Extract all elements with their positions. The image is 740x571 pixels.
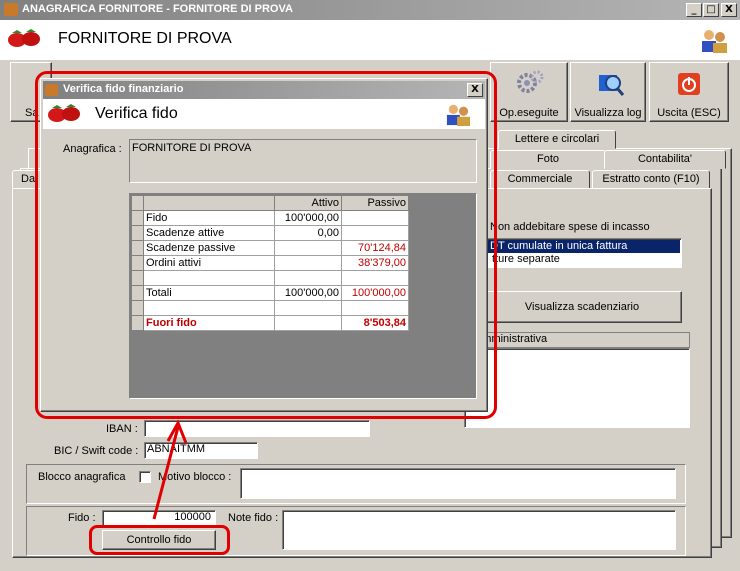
toolbar-button-uscita[interactable]: Uscita (ESC) bbox=[649, 62, 729, 122]
note-amministrativa-field[interactable] bbox=[464, 348, 690, 428]
magnifier-icon bbox=[599, 75, 625, 96]
close-button[interactable]: X bbox=[721, 3, 737, 17]
iban-label: IBAN : bbox=[106, 423, 138, 435]
users-icon bbox=[702, 30, 727, 53]
note-fido-field[interactable] bbox=[282, 510, 676, 550]
tab-contabilita[interactable]: Contabilita' bbox=[604, 150, 726, 169]
minimize-button[interactable]: _ bbox=[686, 3, 702, 17]
tab-lettere-circolari[interactable]: Lettere e circolari bbox=[498, 130, 616, 149]
non-addebitare-label: Non addebitare spese di incasso bbox=[490, 221, 650, 233]
op-eseguite-label: Op.eseguite bbox=[499, 107, 559, 119]
app-icon bbox=[4, 3, 18, 16]
list-item-selected[interactable]: DT cumulate in unica fattura bbox=[484, 240, 680, 253]
tab-contabilita-label: Contabilita' bbox=[637, 153, 693, 165]
visualizza-scadenziario-label: Visualizza scadenziario bbox=[524, 301, 640, 313]
list-item-selected-label: DT cumulate in unica fattura bbox=[490, 240, 628, 252]
annotation-button-highlight bbox=[89, 525, 230, 555]
toolbar-button-visualizza-log[interactable]: Visualizza log bbox=[570, 62, 646, 122]
fatturazione-list[interactable]: DT cumulate in unica fattura tture separ… bbox=[482, 238, 682, 268]
main-title-bar[interactable]: ANAGRAFICA FORNITORE - FORNITORE DI PROV… bbox=[0, 0, 740, 20]
visualizza-scadenziario-button[interactable]: Visualizza scadenziario bbox=[482, 291, 682, 323]
toolbar-button-op-eseguite[interactable]: Op.eseguite bbox=[490, 62, 568, 122]
strawberry-icon bbox=[8, 29, 40, 47]
tab-estratto-conto[interactable]: Estratto conto (F10) bbox=[592, 170, 710, 189]
maximize-button[interactable]: □ bbox=[703, 3, 719, 17]
list-item[interactable]: tture separate bbox=[484, 253, 680, 266]
tab-lettere-circolari-label: Lettere e circolari bbox=[514, 133, 600, 145]
note-fido-label: Note fido : bbox=[228, 512, 279, 524]
main-header: FORNITORE DI PROVA bbox=[0, 20, 740, 60]
tab-dati-label: Da bbox=[21, 173, 36, 185]
fido-label: Fido : bbox=[68, 512, 96, 524]
tab-commerciale-label: Commerciale bbox=[507, 173, 573, 185]
visualizza-log-label: Visualizza log bbox=[574, 107, 642, 119]
annotation-dialog-highlight bbox=[35, 71, 497, 419]
blocco-label: Blocco anagrafica bbox=[38, 471, 126, 483]
uscita-label: Uscita (ESC) bbox=[657, 107, 721, 119]
power-icon bbox=[678, 73, 700, 95]
tab-estratto-conto-label: Estratto conto (F10) bbox=[602, 173, 700, 185]
note-amministrativa-header: e amministrativa bbox=[464, 332, 690, 348]
tab-foto-label: Foto bbox=[536, 153, 559, 165]
gears-icon bbox=[517, 70, 544, 93]
main-header-title: FORNITORE DI PROVA bbox=[58, 30, 232, 47]
tab-commerciale[interactable]: Commerciale bbox=[490, 170, 590, 189]
list-item-label: tture separate bbox=[492, 253, 560, 265]
annotation-arrow bbox=[152, 419, 188, 520]
main-window-title: ANAGRAFICA FORNITORE - FORNITORE DI PROV… bbox=[22, 3, 293, 15]
bic-label: BIC / Swift code : bbox=[54, 445, 139, 457]
tab-foto[interactable]: Foto bbox=[490, 150, 606, 169]
motivo-blocco-field[interactable] bbox=[240, 468, 676, 499]
